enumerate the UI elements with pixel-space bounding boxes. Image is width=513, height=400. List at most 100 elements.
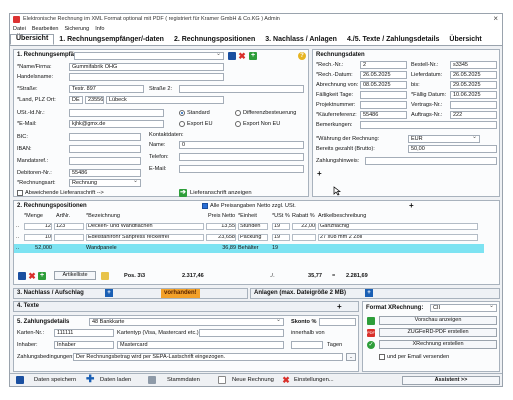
nachlass-section[interactable]: 3. Nachlass / Aufschlag + vorhanden!: [13, 288, 248, 299]
anlagen-add-icon[interactable]: +: [365, 289, 373, 297]
daten-laden-button[interactable]: Daten laden: [100, 376, 131, 385]
ustid-field[interactable]: [69, 109, 164, 117]
bedingungen-more-button[interactable]: ..: [346, 353, 356, 361]
tab-nachlass[interactable]: 3. Nachlass / Anlagen: [260, 36, 342, 45]
plz-field[interactable]: 23556: [85, 96, 104, 104]
kaeufer-field[interactable]: 55486: [360, 111, 407, 119]
tab-rechnungspositionen[interactable]: 2. Rechnungspositionen: [169, 36, 260, 45]
preis-cell[interactable]: 13,55: [206, 223, 236, 230]
texte-section[interactable]: 4. Texte +: [13, 301, 359, 312]
row-handle[interactable]: ..: [16, 222, 22, 231]
daten-speichern-button[interactable]: Daten speichern: [34, 376, 76, 385]
table-row[interactable]: .. 52,000 Wandpanele 36,89 Behälter 19: [14, 244, 484, 253]
artikelliste-button[interactable]: Artikelliste: [54, 271, 96, 280]
bedingungen-field[interactable]: Der Rechnungsbetrag wird per SEPA-Lastsc…: [73, 353, 343, 361]
menu-info[interactable]: Info: [95, 26, 104, 32]
texte-add-icon[interactable]: +: [337, 302, 342, 311]
abrech-field[interactable]: 08.05.2025: [360, 81, 407, 89]
bezeichnung-cell[interactable]: Decken- und Wandflächen: [86, 223, 204, 230]
karten-field[interactable]: 111111: [54, 329, 114, 337]
menu-datei[interactable]: Datei: [13, 26, 26, 32]
faellig-field[interactable]: [360, 91, 407, 99]
beschreibung-cell[interactable]: [318, 244, 478, 253]
zahlungshinweis-field[interactable]: [365, 157, 497, 165]
beschreibung-cell[interactable]: 27 x08 mm 2 Zoll: [318, 234, 478, 241]
bezeichnung-cell[interactable]: Wandpanele: [86, 244, 204, 253]
rabatt-cell[interactable]: [292, 234, 316, 241]
help-icon[interactable]: ?: [298, 52, 306, 60]
ust-cell[interactable]: 19: [272, 244, 290, 253]
vertrag-field[interactable]: [450, 101, 497, 109]
tab-uebersicht[interactable]: Übersicht: [10, 34, 55, 45]
rnr-field[interactable]: 2: [360, 61, 407, 69]
faelligdatum-field[interactable]: 10.06.2025: [450, 91, 497, 99]
tagen-field[interactable]: [291, 341, 323, 349]
anlagen-section[interactable]: Anlagen (max. Dateigröße 2 MB) +: [250, 288, 500, 299]
zugferd-button[interactable]: ZUGFeRD-PDF erstellen: [379, 328, 497, 337]
beschreibung-cell[interactable]: Ganzflächig: [318, 223, 478, 230]
ort-field[interactable]: Lübeck: [106, 96, 224, 104]
kontakt-email-field[interactable]: [179, 165, 304, 173]
bestell-field[interactable]: s3345: [450, 61, 497, 69]
rabatt-cell[interactable]: [292, 244, 316, 253]
tab-uebersicht-2[interactable]: Übersicht: [444, 36, 486, 45]
lieferanschrift-icon[interactable]: ➔: [179, 189, 187, 197]
rdatum-field[interactable]: 26.05.2025: [360, 71, 407, 79]
mastercard-field[interactable]: Mastercard: [117, 341, 284, 349]
stammdaten-button[interactable]: Stammdaten: [167, 376, 200, 385]
delete-position-icon[interactable]: ✖: [28, 272, 36, 281]
handelsname-field[interactable]: [69, 73, 224, 81]
tab-rechnungsempfaenger[interactable]: 1. Rechnungsempfänger/-daten: [54, 36, 169, 45]
kartentyp-field[interactable]: [199, 329, 284, 337]
skonto-field[interactable]: [319, 318, 356, 326]
assistent-button[interactable]: Assistent >>: [402, 376, 500, 385]
auftrag-field[interactable]: 222: [450, 111, 497, 119]
vorschau-button[interactable]: Vorschau anzeigen: [379, 316, 497, 325]
strasse2-field[interactable]: [179, 85, 304, 93]
radio-differenz[interactable]: [235, 110, 241, 116]
neue-rechnung-button[interactable]: Neue Rechnung: [232, 376, 274, 385]
netto-checkbox[interactable]: [202, 203, 208, 209]
table-row[interactable]: .. 10 Edelstahlrohr Sanpress reckelfrei 23,…: [14, 233, 484, 242]
kontakt-name-field[interactable]: 0: [179, 141, 304, 149]
zahlungshinweis-add-icon[interactable]: +: [317, 169, 322, 178]
table-row[interactable]: .. 12 123 Decken- und Wandflächen 13,55 Stund…: [14, 222, 484, 231]
strasse-field[interactable]: Testr. 897: [69, 85, 144, 93]
row-handle[interactable]: ..: [16, 233, 22, 242]
artnr-cell[interactable]: [54, 234, 84, 241]
projekt-field[interactable]: [360, 101, 407, 109]
radio-standard[interactable]: [179, 110, 185, 116]
land-field[interactable]: DE: [69, 96, 83, 104]
name-field[interactable]: Gummifabrik OHG: [69, 63, 224, 71]
email-checkbox[interactable]: [379, 354, 385, 360]
tab-texte[interactable]: 4./5. Texte / Zahlungsdetails: [342, 36, 444, 45]
debitor-field[interactable]: 55486: [69, 169, 141, 177]
einheit-cell[interactable]: Behälter: [238, 244, 268, 253]
menge-cell[interactable]: 12: [24, 223, 52, 230]
bis-field[interactable]: 29.05.2025: [450, 81, 497, 89]
einstellungen-button[interactable]: Einstellungen...: [294, 376, 334, 385]
payment-type-select[interactable]: 48 Bankkarte: [89, 318, 284, 326]
format-select[interactable]: CII: [430, 304, 497, 312]
telefon-field[interactable]: [179, 153, 304, 161]
ust-cell[interactable]: 19: [272, 223, 290, 230]
add-row-icon[interactable]: +: [38, 272, 46, 280]
save-position-icon[interactable]: [18, 272, 26, 280]
ust-cell[interactable]: 19: [272, 234, 290, 241]
gezahlt-field[interactable]: 50,00: [408, 145, 497, 153]
delete-icon[interactable]: ✖: [238, 52, 246, 61]
einheit-cell[interactable]: Packung: [238, 234, 268, 241]
artnr-cell[interactable]: 123: [54, 223, 84, 230]
artnr-cell[interactable]: [54, 244, 84, 253]
inhaber-field[interactable]: Inhaber: [54, 341, 114, 349]
bemerk-field[interactable]: [360, 121, 497, 129]
nachlass-add-icon[interactable]: +: [105, 289, 113, 297]
add-position-icon[interactable]: +: [409, 201, 414, 210]
notes-icon[interactable]: [101, 272, 109, 280]
row-handle[interactable]: ..: [16, 244, 22, 253]
abweichende-lieferanschrift-checkbox[interactable]: [17, 190, 23, 196]
lieferdatum-field[interactable]: 26.05.2025: [450, 71, 497, 79]
preis-cell[interactable]: 23,658: [206, 234, 236, 241]
menu-sicherung[interactable]: Sicherung: [64, 26, 89, 32]
menge-cell[interactable]: 10: [24, 234, 52, 241]
